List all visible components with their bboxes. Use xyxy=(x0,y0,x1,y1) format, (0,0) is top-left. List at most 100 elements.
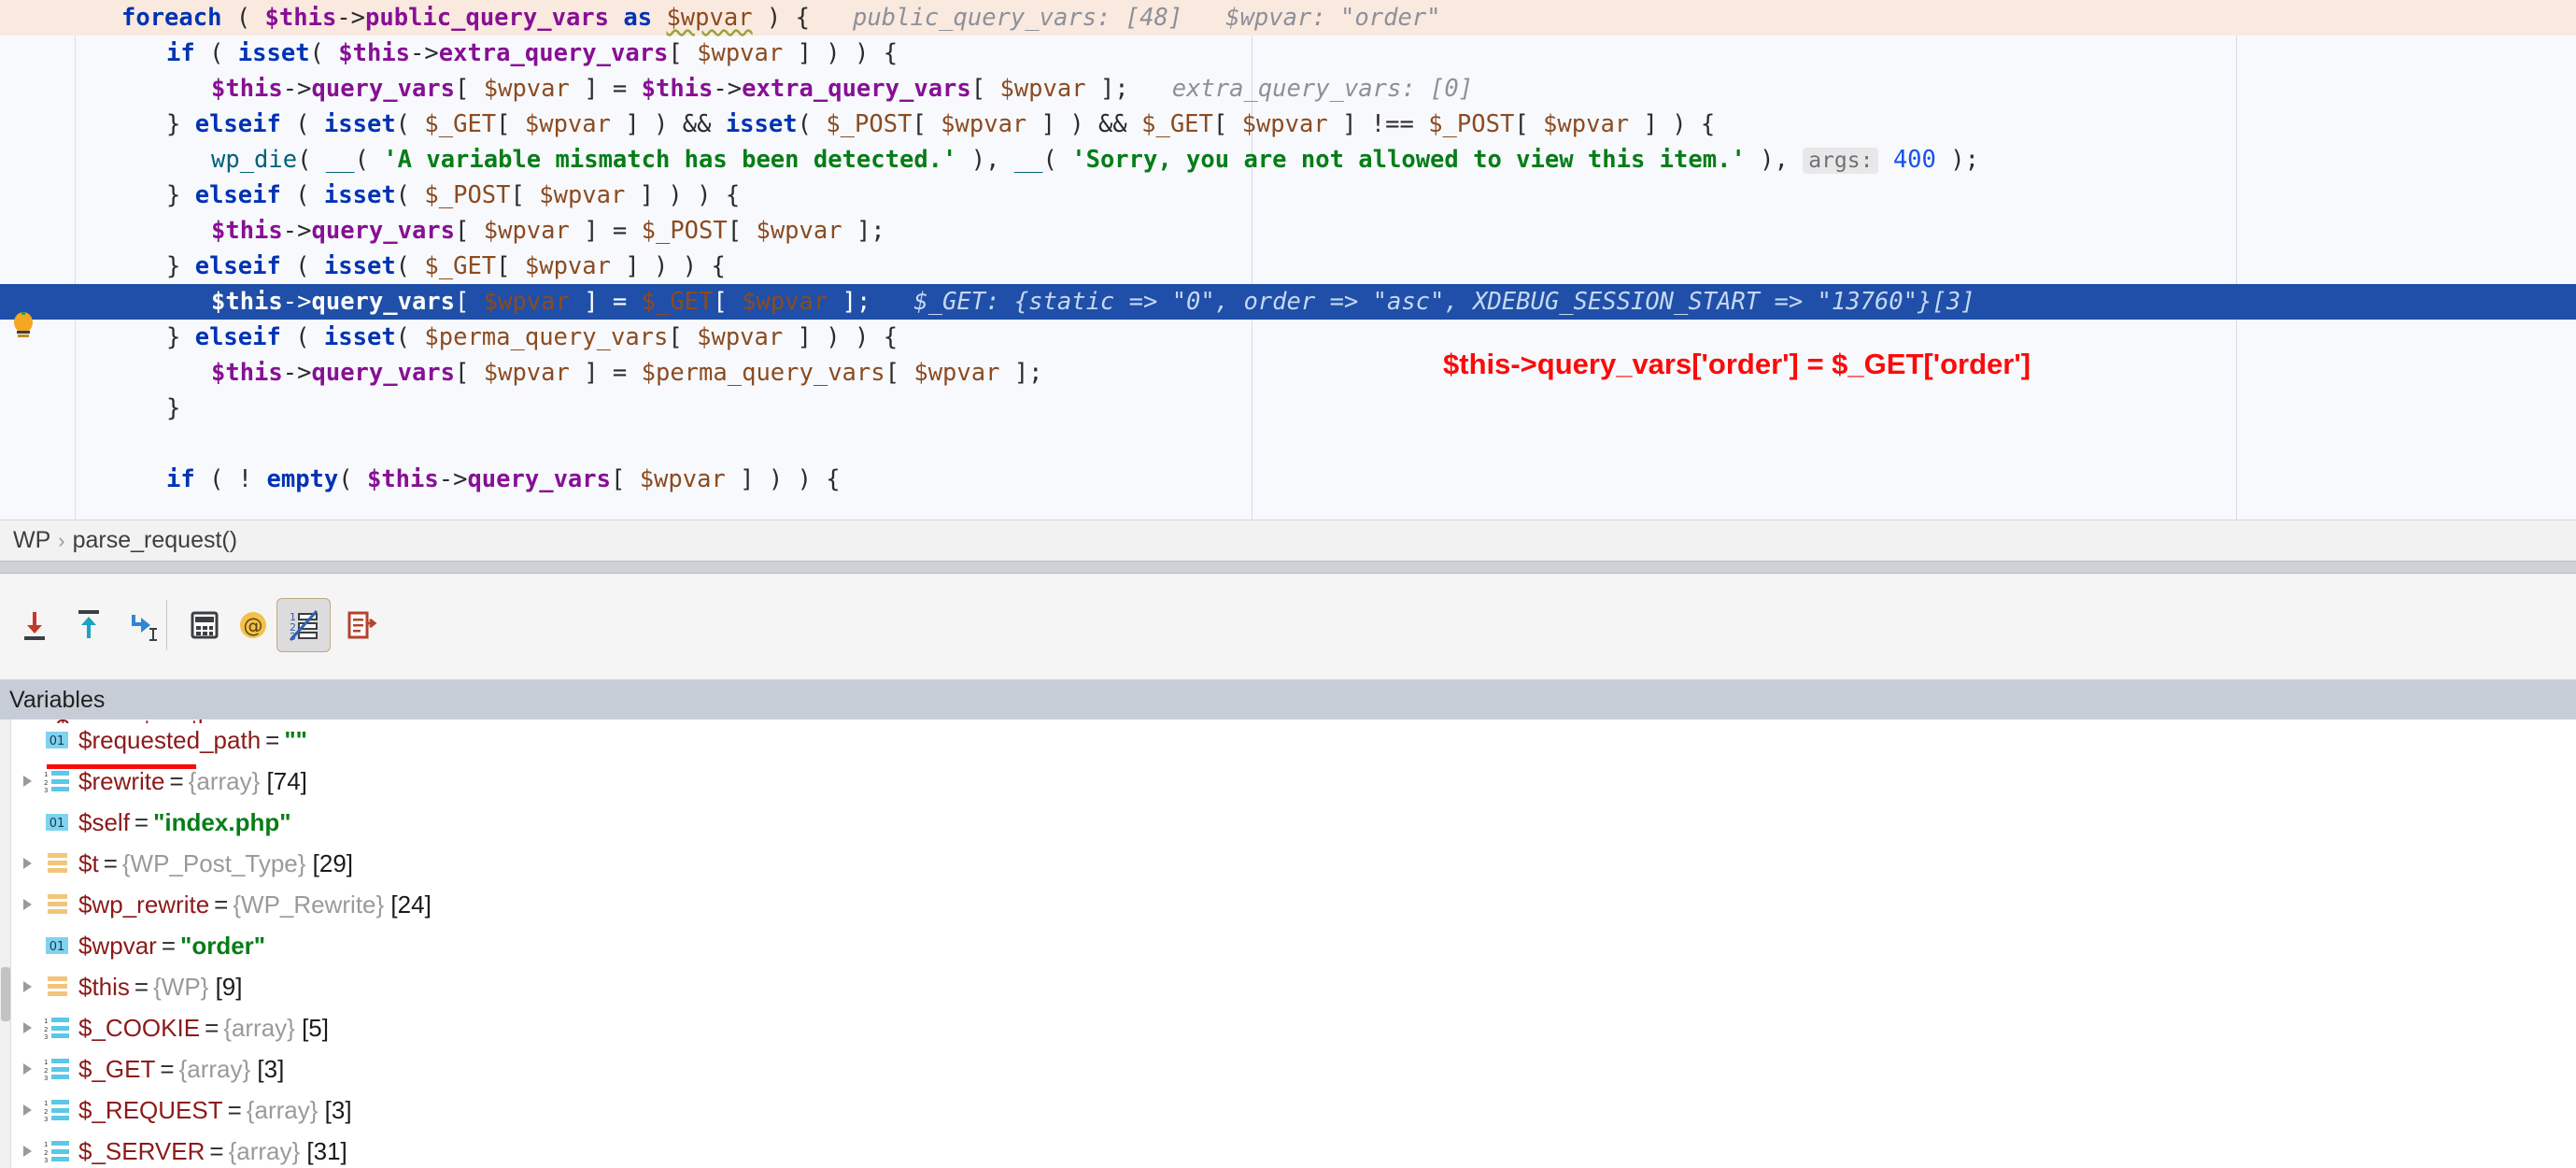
code-token: } xyxy=(166,252,195,280)
variable-type: {WP_Post_Type} xyxy=(121,848,306,877)
variable-row[interactable]: 01 $requested_path = "" xyxy=(0,719,2576,761)
code-token: isset xyxy=(725,110,798,138)
svg-text:@: @ xyxy=(244,615,263,637)
code-token: wp_die xyxy=(211,146,298,174)
variable-count: [5] xyxy=(294,1013,329,1042)
code-token: $_GET: {static => "0", order => "asc", X… xyxy=(870,288,1975,316)
variable-row[interactable]: 1 2 3 $rewrite = {array} [74] xyxy=(0,761,2576,802)
code-token: $this xyxy=(641,75,714,103)
line-elseif-get[interactable]: } elseif ( isset( $_GET[ $wpvar ] ) ) { xyxy=(0,249,2576,284)
expand-triangle-icon xyxy=(23,1104,32,1116)
code-token: $wpvar xyxy=(941,110,1027,138)
expand-triangle-icon xyxy=(23,1022,32,1033)
variable-row[interactable]: $wp_rewrite = {WP_Rewrite} [24] xyxy=(0,884,2576,925)
code-token: extra_query_vars xyxy=(742,75,971,103)
line-wp-die[interactable]: wp_die( __( 'A variable mismatch has bee… xyxy=(0,142,2576,178)
object-icon xyxy=(41,851,73,876)
variable-count: [74] xyxy=(260,766,307,795)
panel-splitter[interactable] xyxy=(0,561,2576,574)
variable-row[interactable]: $t = {WP_Post_Type} [29] xyxy=(0,843,2576,884)
code-token: ) { xyxy=(752,4,810,32)
force-step-into-button[interactable] xyxy=(7,598,62,652)
copy-value-button[interactable] xyxy=(333,598,387,652)
variable-row[interactable]: 1 2 3 $_GET = {array} [3] xyxy=(0,1048,2576,1090)
variable-count: [31] xyxy=(300,1136,347,1165)
svg-text:3: 3 xyxy=(44,787,48,793)
line-foreach[interactable]: foreach ( $this->public_query_vars as $w… xyxy=(0,0,2576,36)
code-token: ] = xyxy=(569,217,642,245)
code-token: ] = xyxy=(569,75,642,103)
variable-row[interactable]: 01 $self = "index.php" xyxy=(0,802,2576,843)
step-out-button[interactable] xyxy=(62,598,116,652)
code-token: elseif xyxy=(194,181,281,209)
code-token: isset xyxy=(323,252,396,280)
code-token: [ xyxy=(455,217,484,245)
add-watch-button[interactable]: @ xyxy=(226,598,280,652)
line-if-empty[interactable]: if ( ! empty( $this->query_vars[ $wpvar … xyxy=(0,462,2576,497)
code-token: $this xyxy=(211,217,283,245)
expand-toggle[interactable] xyxy=(13,1142,41,1161)
scalar-01-icon: 01 xyxy=(41,729,73,751)
array-list-icon: 123 xyxy=(41,1016,73,1040)
at-sign-icon: @ xyxy=(240,612,266,638)
line-if-isset-extra[interactable]: if ( isset( $this->extra_query_vars[ $wp… xyxy=(0,36,2576,71)
line-elseif-post[interactable]: } elseif ( isset( $_POST[ $wpvar ] ) ) { xyxy=(0,178,2576,213)
svg-text:3: 3 xyxy=(44,1075,48,1081)
red-underline-annotation xyxy=(47,764,196,769)
variable-row[interactable]: $this = {WP} [9] xyxy=(0,966,2576,1007)
breadcrumb-item-class[interactable]: WP xyxy=(7,527,56,554)
line-close-brace[interactable]: } xyxy=(0,391,2576,426)
svg-text:2: 2 xyxy=(44,779,48,787)
expand-toggle[interactable] xyxy=(13,895,41,914)
equals-sign: = xyxy=(161,931,177,960)
expand-toggle[interactable] xyxy=(13,977,41,996)
line-assign-get[interactable]: $this->query_vars[ $wpvar ] = $_GET[ $wp… xyxy=(0,284,2576,320)
line-blank[interactable] xyxy=(0,426,2576,462)
equals-sign: = xyxy=(214,890,229,919)
variables-tree[interactable]: $request_path 01$requested_path=""123$re… xyxy=(0,719,2576,1168)
variable-row[interactable]: 01 $wpvar = "order" xyxy=(0,925,2576,966)
line-elseif-perma[interactable]: } elseif ( isset( $perma_query_vars[ $wp… xyxy=(0,320,2576,355)
code-token: [ xyxy=(970,75,1000,103)
expand-toggle[interactable] xyxy=(13,1101,41,1119)
variables-rows-container: 01 $requested_path = "" 1 2 3 $rewrite = {array} … xyxy=(0,719,2576,1168)
code-token: ]; xyxy=(999,359,1043,387)
code-token: $_POST xyxy=(1428,110,1515,138)
breadcrumb[interactable]: WP › parse_request() xyxy=(0,520,2576,561)
code-token: empty xyxy=(266,465,339,493)
line-assign-post[interactable]: $this->query_vars[ $wpvar ] = $_POST[ $w… xyxy=(0,213,2576,249)
svg-text:1: 1 xyxy=(44,1141,48,1148)
variable-row[interactable]: 1 2 3 $_COOKIE = {array} [5] xyxy=(0,1007,2576,1048)
variable-type: {array} xyxy=(178,1054,251,1083)
code-editor[interactable]: foreach ( $this->public_query_vars as $w… xyxy=(0,0,2576,520)
line-assign-extra[interactable]: $this->query_vars[ $wpvar ] = $this->ext… xyxy=(0,71,2576,107)
breadcrumb-item-method[interactable]: parse_request() xyxy=(67,527,243,554)
code-token: query_vars xyxy=(311,288,456,316)
expand-toggle[interactable] xyxy=(13,1018,41,1037)
variable-row[interactable]: 1 2 3 $_SERVER = {array} [31] xyxy=(0,1131,2576,1168)
code-token: if xyxy=(166,465,195,493)
array-list-icon: 123 xyxy=(41,769,73,793)
run-to-cursor-button[interactable] xyxy=(116,598,170,652)
intention-lightbulb-icon[interactable] xyxy=(11,312,35,340)
code-token: ] ) && xyxy=(1026,110,1142,138)
code-token: $this xyxy=(211,75,283,103)
expand-toggle[interactable] xyxy=(13,772,41,791)
array-list-icon: 123 xyxy=(44,771,69,793)
line-assign-perma[interactable]: $this->query_vars[ $wpvar ] = $perma_que… xyxy=(0,355,2576,391)
expand-toggle[interactable] xyxy=(13,1060,41,1078)
code-token: $wpvar xyxy=(483,359,570,387)
variable-type: {array} xyxy=(246,1095,318,1124)
code-token: query_vars xyxy=(467,465,611,493)
variable-row[interactable]: 1 2 3 $_REQUEST = {array} [3] xyxy=(0,1090,2576,1131)
line-elseif-get-post[interactable]: } elseif ( isset( $_GET[ $wpvar ] ) && i… xyxy=(0,107,2576,142)
expand-triangle-icon xyxy=(23,858,32,869)
code-token: $perma_query_vars xyxy=(641,359,885,387)
code-token: ] ) ) { xyxy=(783,39,899,67)
code-token: ( xyxy=(280,323,324,351)
hide-frames-button[interactable]: 1 2 3 xyxy=(276,598,331,652)
expand-toggle[interactable] xyxy=(13,854,41,873)
array-list-icon: 123 xyxy=(44,1059,69,1081)
evaluate-expression-button[interactable] xyxy=(177,598,232,652)
code-token: $wpvar xyxy=(697,39,784,67)
